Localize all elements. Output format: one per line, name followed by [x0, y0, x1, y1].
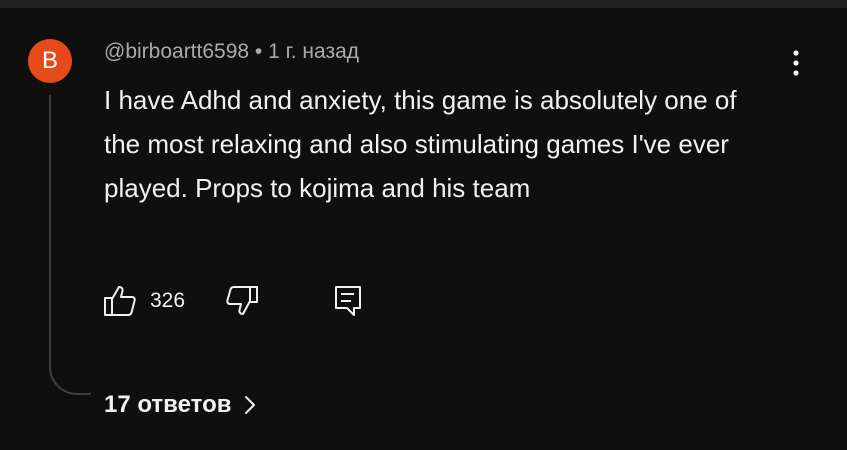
dislike-button[interactable]	[224, 283, 260, 319]
like-count: 326	[150, 289, 186, 312]
replies-count-label: 17 ответов	[104, 391, 232, 418]
comment-card: B @birboartt6598 • 1 г. назад I have Adh…	[0, 8, 847, 450]
thumb-up-icon	[102, 283, 138, 319]
top-divider-bar	[0, 0, 847, 8]
meta-separator: •	[254, 40, 263, 63]
more-vert-icon[interactable]	[784, 47, 808, 79]
thumb-down-icon	[224, 283, 260, 319]
avatar-letter: B	[41, 47, 58, 74]
author-handle[interactable]: @birboartt6598	[104, 40, 249, 63]
avatar[interactable]: B	[28, 39, 72, 83]
reply-comment-icon	[330, 283, 366, 319]
thread-line	[49, 95, 91, 395]
like-button[interactable]: 326	[102, 283, 185, 319]
comment-meta: @birboartt6598 • 1 г. назад	[104, 40, 359, 64]
chevron-right-icon	[242, 393, 258, 417]
timestamp: 1 г. назад	[268, 40, 360, 63]
view-replies-button[interactable]: 17 ответов	[104, 385, 258, 425]
comment-text: I have Adhd and anxiety, this game is ab…	[104, 85, 737, 203]
reply-button[interactable]	[330, 283, 366, 319]
